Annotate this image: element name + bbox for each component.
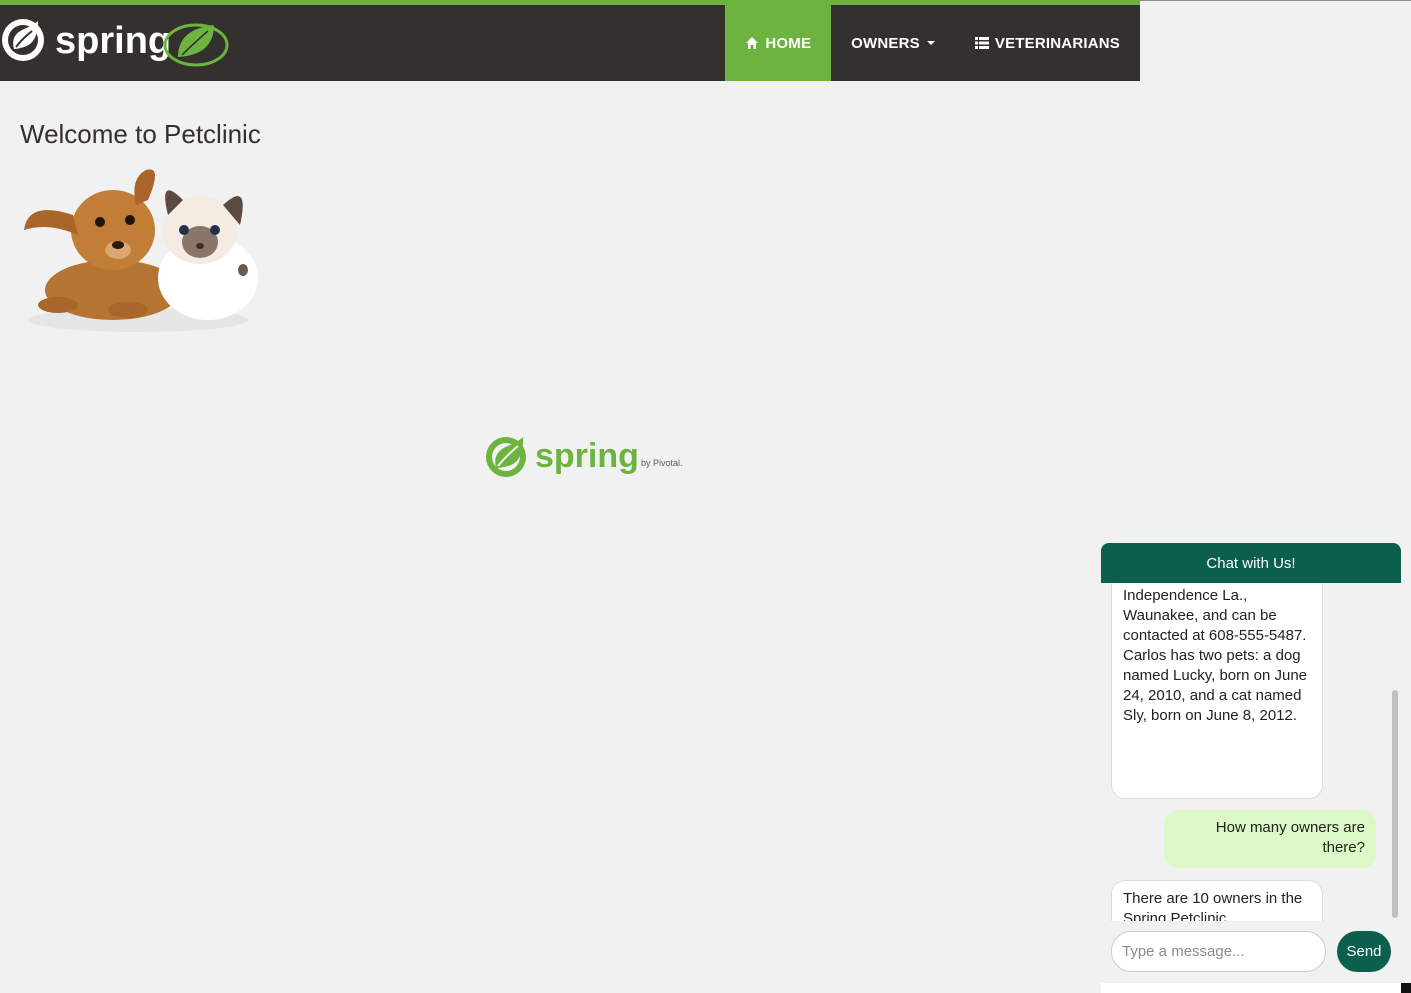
nav-veterinarians-label: VETERINARIANS [994, 34, 1120, 52]
chat-scrollbar-thumb[interactable] [1392, 690, 1398, 918]
main-nav: HOME OWNERS VETERINARIANS [725, 5, 1140, 81]
chat-messages: Independence La., Waunakee, and can be c… [1101, 583, 1401, 921]
spring-brand-logo[interactable]: spring [0, 13, 235, 73]
bot-message: Independence La., Waunakee, and can be c… [1111, 583, 1323, 799]
send-button[interactable]: Send [1337, 931, 1391, 972]
top-border-line [1140, 0, 1411, 1]
nav-home[interactable]: HOME [725, 5, 832, 81]
chat-header[interactable]: Chat with Us! [1101, 543, 1401, 583]
chat-message-input[interactable] [1111, 931, 1326, 972]
nav-veterinarians[interactable]: VETERINARIANS [955, 5, 1140, 81]
footer-by-text: by Pivotal. [641, 458, 683, 468]
brand-logo-text: spring [55, 20, 171, 62]
nav-owners[interactable]: OWNERS [831, 5, 955, 81]
nav-home-label: HOME [765, 34, 812, 52]
chat-input-area: Send [1101, 921, 1401, 983]
caret-down-icon [926, 41, 935, 45]
spring-pivotal-logo: spring by Pivotal. [484, 434, 689, 480]
user-message: How many owners are there? [1164, 810, 1376, 868]
page-title: Welcome to Petclinic [20, 119, 261, 149]
bot-message: There are 10 owners in the Spring Petcli… [1111, 880, 1323, 921]
bottom-strip [1101, 983, 1411, 993]
chat-widget: Chat with Us! Independence La., Waunakee… [1101, 543, 1401, 983]
pets-image [18, 160, 258, 336]
list-icon [974, 37, 989, 49]
home-icon [746, 37, 759, 49]
footer-logo-text: spring [535, 437, 639, 475]
navbar: spring HOME OWNERS VETERINARIANS [0, 5, 1140, 81]
window-corner [1401, 983, 1411, 993]
nav-owners-label: OWNERS [851, 34, 920, 52]
